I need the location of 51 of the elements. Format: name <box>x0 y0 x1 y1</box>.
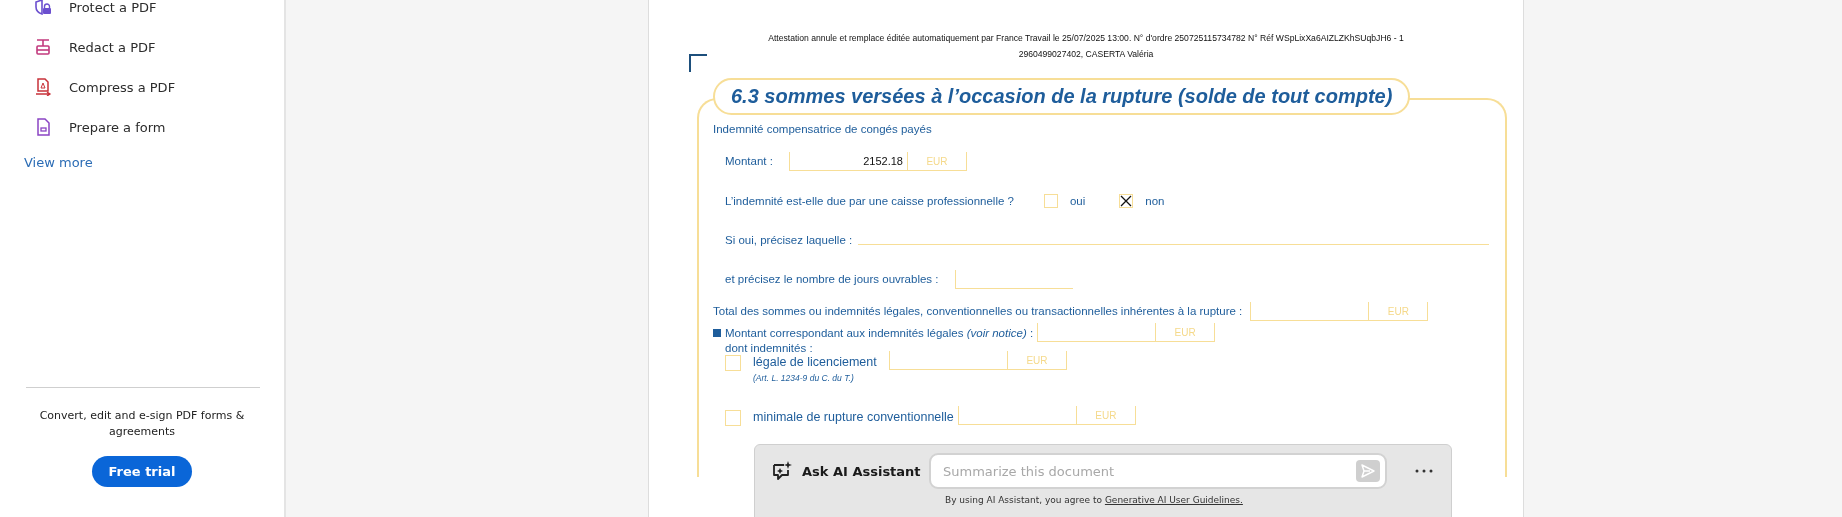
guidelines-link[interactable]: Generative AI User Guidelines. <box>1104 495 1243 505</box>
field-label: minimale de rupture conventionnelle <box>753 410 954 424</box>
field-label: Total des sommes ou indemnités légales, conventionnelles ou transactionnelles inhérentes à la rupture : <box>713 305 1243 317</box>
checkbox[interactable] <box>725 355 741 371</box>
section-title: 6.3 sommes versées à l’occasion de la rupture (solde de tout compte) <box>713 78 1411 115</box>
checkbox[interactable] <box>1043 194 1058 208</box>
field-label: et précisez le nombre de jours ouvrables : <box>725 273 939 285</box>
shield-lock-icon <box>34 0 52 16</box>
crop-mark <box>689 54 707 72</box>
header-text: Attestation annule et remplace éditée automatiquement par France Travail le 25/07/2025 13:00. N° d'ordre 250725115734782 N° Réf WSpLixXa6AIZLZKhSUqbJH6 - 1 <box>768 32 1404 45</box>
bullet-icon <box>713 328 721 337</box>
header-text: 2960499027402, CASERTA Valéria <box>1018 48 1154 61</box>
send-button[interactable] <box>1356 460 1380 482</box>
unit-label: EUR <box>906 151 967 171</box>
unit-label: EUR <box>1368 301 1429 321</box>
amount-field[interactable] <box>957 406 1076 425</box>
option-label: non <box>1145 195 1165 207</box>
tool-item[interactable]: Redact a PDF <box>0 27 284 67</box>
option-label: oui <box>1069 195 1086 207</box>
redact-icon <box>34 38 52 56</box>
free-trial-button[interactable]: Free trial <box>91 456 193 487</box>
field-label: Si oui, précisez laquelle : <box>725 234 853 246</box>
amount-field[interactable] <box>889 351 1007 370</box>
tool-item[interactable]: Protect a PDF <box>0 0 284 27</box>
checkbox[interactable] <box>725 410 741 426</box>
unit-label: EUR <box>1007 351 1067 370</box>
field-label: Montant : <box>725 155 773 167</box>
promo-text: Convert, edit and e-sign PDF forms & agreements <box>38 408 246 440</box>
more-icon[interactable] <box>1415 469 1433 473</box>
field-label: Montant correspondant aux indemnités légales (voir notice) : <box>725 326 1034 339</box>
field-label: légale de licenciement <box>753 355 878 369</box>
form-icon <box>34 118 52 136</box>
amount-field[interactable] <box>1037 323 1156 342</box>
unit-label: EUR <box>1075 406 1136 425</box>
field-label: dont indemnités : <box>725 342 814 355</box>
question-text: L’indemnité est-elle due par une caisse professionnelle ? <box>725 195 1014 207</box>
ai-chat-icon <box>771 460 793 482</box>
ask-input-field[interactable]: Summarize this document <box>929 453 1387 489</box>
reference-text: (Art. L. 1234-9 du C. du T.) <box>753 373 855 383</box>
subtitle-text: Indemnité compensatrice de congés payés <box>713 123 933 135</box>
disclaimer-text: By using AI Assistant, you agree to Generative AI User Guidelines. <box>945 495 1244 505</box>
ai-assistant-title: Ask AI Assistant <box>802 463 921 479</box>
checkbox[interactable] <box>1119 194 1134 208</box>
tool-item[interactable]: Prepare a form <box>0 107 284 147</box>
amount-field[interactable] <box>954 269 1073 289</box>
unit-label: EUR <box>1155 323 1216 342</box>
tool-item[interactable]: Compress a PDF <box>0 67 284 107</box>
compress-icon <box>34 78 52 96</box>
amount-field[interactable] <box>1250 301 1369 321</box>
amount-field[interactable]: 2152.18 <box>788 151 907 171</box>
view-more-link[interactable]: View more <box>24 155 284 170</box>
